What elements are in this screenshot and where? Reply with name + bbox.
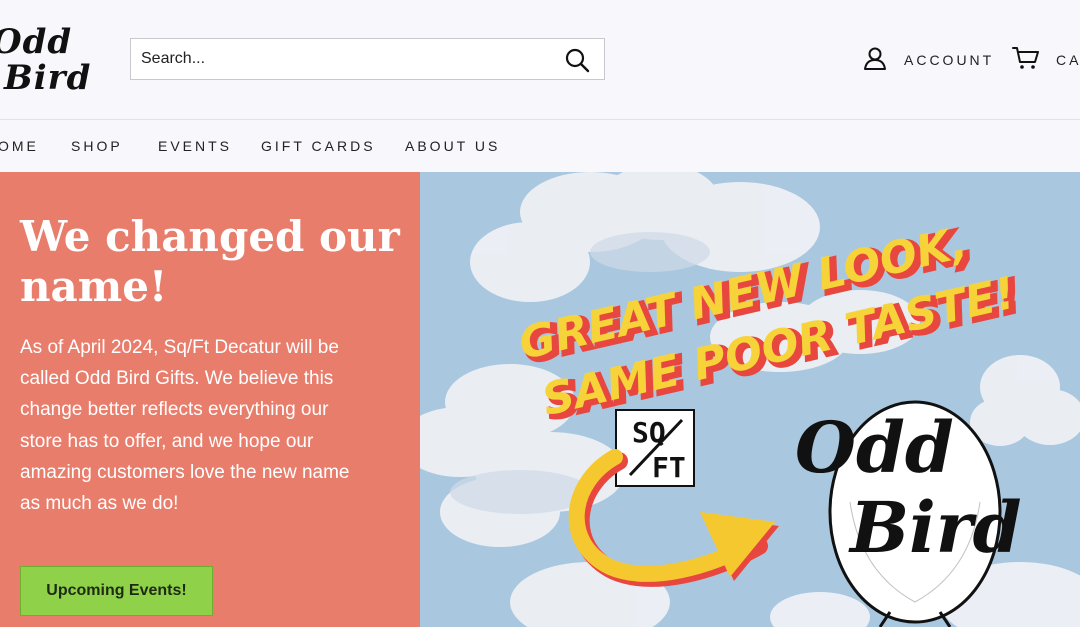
nav-item-events[interactable]: EVENTS	[158, 138, 232, 154]
new-logo-odd: Odd	[795, 406, 954, 489]
account-label: ACCOUNT	[904, 52, 995, 68]
search-input[interactable]: Search...	[141, 50, 205, 68]
old-sqft-logo: SQ FT	[615, 409, 695, 487]
search-bar[interactable]: Search...	[130, 38, 605, 80]
nav-item-home[interactable]: OME	[0, 138, 39, 154]
old-logo-ft: FT	[652, 451, 686, 484]
account-link[interactable]: ACCOUNT	[862, 46, 994, 74]
cart-label: CA	[1056, 52, 1080, 68]
search-icon[interactable]	[564, 47, 590, 73]
cart-link[interactable]: CA	[1012, 46, 1080, 74]
upcoming-events-button[interactable]: Upcoming Events!	[20, 566, 213, 616]
banner-illustration: GREAT NEW LOOK, GREAT NEW LOOK, SAME POO…	[420, 172, 1080, 627]
hero-title: We changed our name!	[20, 212, 400, 311]
user-icon	[862, 45, 888, 76]
nav-item-gift-cards[interactable]: GIFT CARDS	[261, 138, 376, 154]
new-logo-bird: Bird	[848, 486, 1022, 569]
hero-body: As of April 2024, Sq/Ft Decatur will be …	[20, 337, 350, 515]
nav-item-shop[interactable]: SHOP	[71, 138, 123, 154]
hero-text-panel: We changed our name! As of April 2024, S…	[0, 172, 420, 627]
site-logo[interactable]: Odd Bird	[0, 22, 102, 102]
logo-line-odd: Odd	[0, 22, 73, 62]
site-header: Odd Bird Search... ACCOUNT CA	[0, 0, 1080, 120]
main-nav: OME SHOP EVENTS GIFT CARDS ABOUT US	[0, 121, 1080, 172]
nav-item-about-us[interactable]: ABOUT US	[405, 138, 500, 154]
hero-banner-image: GREAT NEW LOOK, GREAT NEW LOOK, SAME POO…	[420, 172, 1080, 627]
logo-line-bird: Bird	[4, 58, 92, 98]
cart-icon	[1012, 45, 1040, 76]
